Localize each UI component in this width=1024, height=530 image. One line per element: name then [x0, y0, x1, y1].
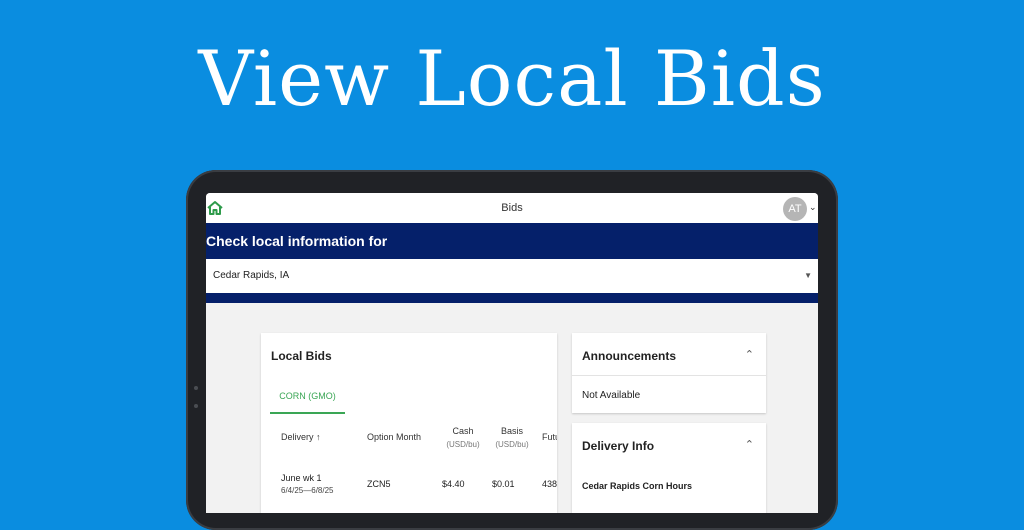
- column-header-option-month: Option Month: [367, 432, 422, 442]
- row-delivery: June wk 1: [281, 473, 322, 483]
- tablet-button: [194, 386, 198, 390]
- column-header-cash-unit: (USD/bu): [446, 440, 480, 449]
- column-header-basis: Basis (USD/bu): [490, 426, 534, 449]
- announcements-title: Announcements: [582, 349, 677, 363]
- headline: View Local Bids: [198, 34, 826, 123]
- tab-corn-gmo[interactable]: CORN (GMO): [270, 381, 345, 414]
- column-header-cash-label: Cash: [452, 426, 474, 436]
- sort-arrow-up-icon: ↑: [316, 432, 321, 442]
- banner-divider: [206, 293, 818, 303]
- row-cash: $4.40: [442, 479, 465, 489]
- divider: [572, 375, 766, 376]
- delivery-info-title: Delivery Info: [582, 439, 655, 453]
- column-header-basis-label: Basis: [500, 426, 523, 436]
- local-bids-title: Local Bids: [271, 349, 332, 363]
- app-screen: Bids AT ⌄ Check local information for Ce…: [206, 193, 818, 513]
- tablet-button: [194, 404, 198, 408]
- chevron-up-icon[interactable]: ⌃: [745, 348, 754, 361]
- location-prompt: Check local information for: [206, 233, 388, 249]
- row-option-month: ZCN5: [367, 479, 391, 489]
- local-bids-card: Local Bids CORN (GMO) Delivery ↑ Option …: [261, 333, 557, 513]
- location-selected-value: Cedar Rapids, IA: [213, 270, 290, 281]
- app-top-bar: Bids AT ⌄: [206, 193, 818, 224]
- chevron-up-icon[interactable]: ⌃: [745, 438, 754, 451]
- column-header-delivery[interactable]: Delivery ↑: [281, 432, 321, 442]
- announcements-value: Not Available: [582, 390, 641, 401]
- delivery-info-subtitle: Cedar Rapids Corn Hours: [582, 481, 693, 491]
- table-row[interactable]: June wk 1 6/4/25—6/8/25: [281, 473, 333, 495]
- column-header-basis-unit: (USD/bu): [495, 440, 529, 449]
- column-header-cash: Cash (USD/bu): [441, 426, 485, 449]
- row-basis: $0.01: [492, 479, 515, 489]
- caret-down-icon: ▼: [804, 271, 812, 280]
- row-delivery-range: 6/4/25—6/8/25: [281, 486, 334, 495]
- announcements-card: Announcements ⌃ Not Available: [572, 333, 766, 413]
- location-banner: Check local information for: [206, 223, 818, 259]
- page-title: Bids: [501, 202, 523, 214]
- avatar[interactable]: AT: [783, 197, 807, 221]
- chevron-down-icon[interactable]: ⌄: [809, 202, 817, 213]
- column-header-futures: Futu: [542, 432, 557, 442]
- location-select[interactable]: Cedar Rapids, IA ▼: [206, 259, 818, 293]
- column-header-delivery-label: Delivery: [281, 432, 314, 442]
- row-futures: 438: [542, 479, 557, 489]
